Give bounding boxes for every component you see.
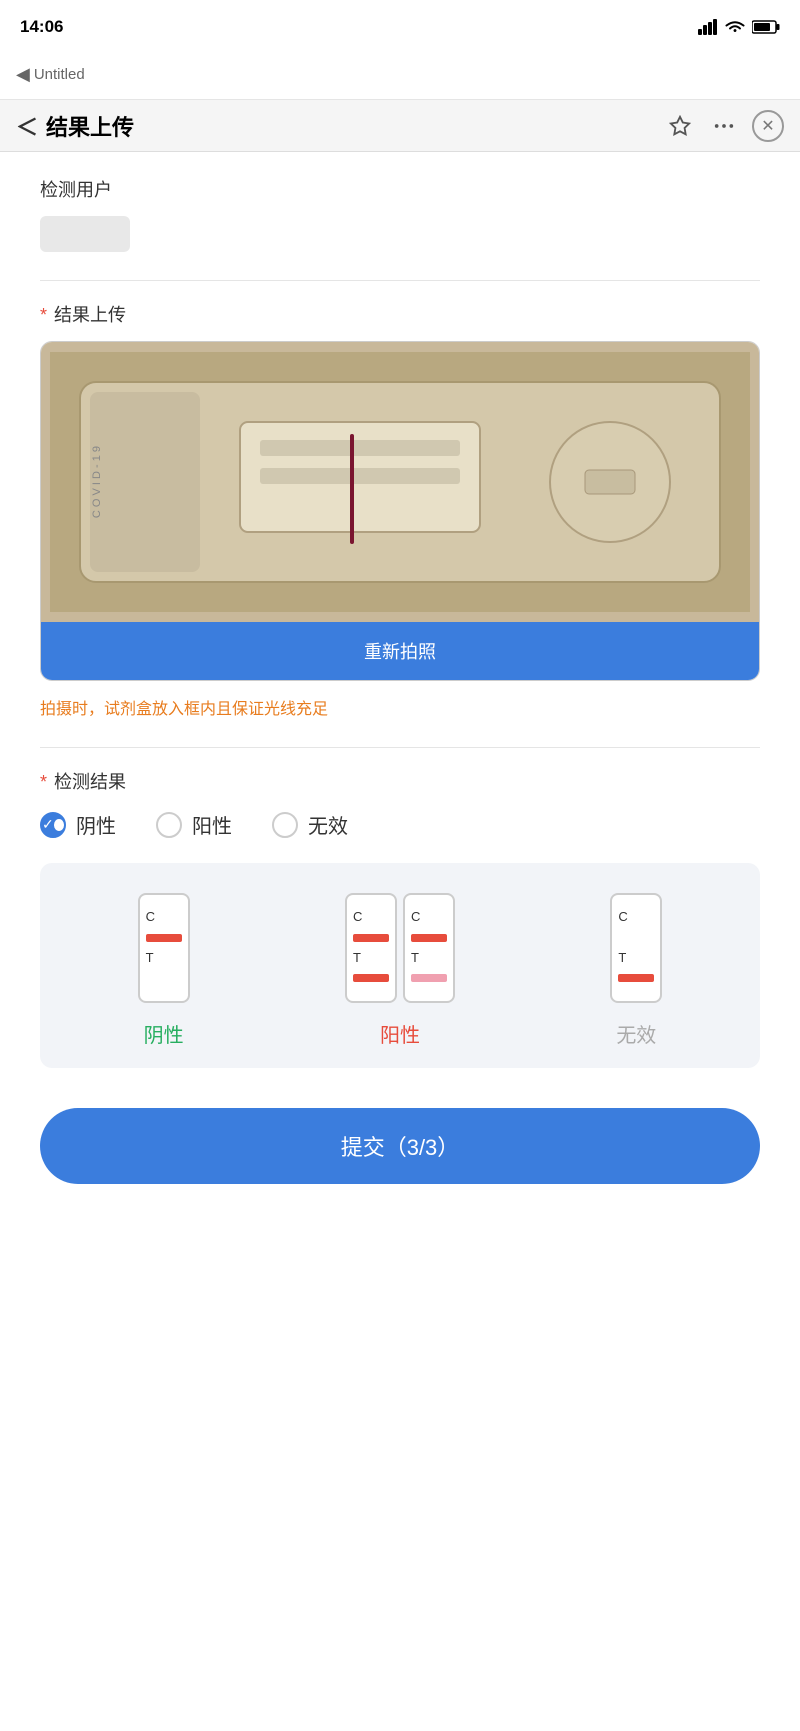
tab-actions: ✕ xyxy=(664,110,784,142)
upload-section-label: * 结果上传 xyxy=(40,301,760,327)
user-tag xyxy=(40,216,130,252)
positive-label: 阳性 xyxy=(380,1019,420,1048)
negative-c-line xyxy=(146,934,182,942)
negative-t-line xyxy=(146,974,182,982)
radio-negative-label: 阴性 xyxy=(76,810,116,839)
positive-strip-group: C T C T xyxy=(345,893,455,1003)
page-content: 检测用户 * 结果上传 C O V I D - 1 9 xyxy=(0,152,800,1208)
result-illustration: C T 阴性 C T xyxy=(40,863,760,1068)
signal-icon xyxy=(698,19,718,35)
positive-t2-line xyxy=(411,974,447,982)
status-icons xyxy=(698,19,780,35)
photo-hint: 拍摄时，试剂盒放入框内且保证光线充足 xyxy=(40,695,760,719)
negative-strip-c-label: C xyxy=(146,903,182,932)
wifi-icon xyxy=(724,19,746,35)
invalid-t-line xyxy=(618,974,654,982)
radio-negative[interactable]: ✓ 阴性 xyxy=(40,810,116,839)
checkmark-icon: ✓ xyxy=(42,816,54,833)
photo-container: C O V I D - 1 9 重新拍照 xyxy=(40,341,760,681)
result-section-label: * 检测结果 xyxy=(40,768,760,794)
page-title-bar: ＜ 结果上传 xyxy=(16,110,654,142)
status-bar: 14:06 xyxy=(0,0,800,50)
result-negative-item: C T 阴性 xyxy=(138,893,190,1048)
negative-strip-group: C T xyxy=(138,893,190,1003)
divider-1 xyxy=(40,280,760,281)
positive-strip2-t-label: T xyxy=(411,944,447,973)
invalid-c-line xyxy=(618,934,654,942)
radio-invalid-label: 无效 xyxy=(308,810,348,839)
status-time: 14:06 xyxy=(20,17,63,37)
test-kit-photo: C O V I D - 1 9 xyxy=(41,342,759,622)
page-title: 结果上传 xyxy=(46,110,134,142)
positive-strip-1: C T xyxy=(345,893,397,1003)
radio-invalid-circle xyxy=(272,812,298,838)
result-positive-item: C T C T 阳性 xyxy=(345,893,455,1048)
result-invalid-item: C T 无效 xyxy=(610,893,662,1048)
invalid-strip-group: C T xyxy=(610,893,662,1003)
svg-text:C O V I D - 1 9: C O V I D - 1 9 xyxy=(91,446,103,518)
back-button[interactable]: ◀ Untitled xyxy=(16,64,85,85)
positive-strip1-c-label: C xyxy=(353,903,389,932)
positive-t1-line xyxy=(353,974,389,982)
negative-strip: C T xyxy=(138,893,190,1003)
test-kit-svg: C O V I D - 1 9 xyxy=(50,352,750,612)
invalid-strip: C T xyxy=(610,893,662,1003)
retake-button[interactable]: 重新拍照 xyxy=(41,622,759,680)
radio-invalid[interactable]: 无效 xyxy=(272,810,348,839)
radio-negative-circle: ✓ xyxy=(40,812,66,838)
close-button[interactable]: ✕ xyxy=(752,110,784,142)
page-header: ＜ 结果上传 ✕ xyxy=(0,100,800,152)
positive-strip2-c-label: C xyxy=(411,903,447,932)
positive-strip1-t-label: T xyxy=(353,944,389,973)
positive-strip-2: C T xyxy=(403,893,455,1003)
upload-section: * 结果上传 C O V I D - 1 9 xyxy=(40,301,760,719)
divider-2 xyxy=(40,747,760,748)
user-section: 检测用户 xyxy=(40,176,760,252)
result-required-marker: * xyxy=(40,772,47,792)
more-button[interactable] xyxy=(708,110,740,142)
invalid-strip-c-label: C xyxy=(618,903,654,932)
negative-strip-t-label: T xyxy=(146,944,182,973)
back-arrow-icon: ◀ xyxy=(16,64,30,85)
radio-positive[interactable]: 阳性 xyxy=(156,810,232,839)
positive-c1-line xyxy=(353,934,389,942)
invalid-label: 无效 xyxy=(616,1019,656,1048)
browser-nav-bar: ◀ Untitled xyxy=(0,50,800,100)
result-section: * 检测结果 ✓ 阴性 阳性 无效 xyxy=(40,768,760,1068)
bookmark-button[interactable] xyxy=(664,110,696,142)
invalid-strip-t-label: T xyxy=(618,944,654,973)
battery-icon xyxy=(752,19,780,35)
required-marker: * xyxy=(40,305,47,325)
user-section-label: 检测用户 xyxy=(40,176,760,202)
positive-c2-line xyxy=(411,934,447,942)
radio-group: ✓ 阴性 阳性 无效 xyxy=(40,810,760,839)
submit-button[interactable]: 提交（3/3） xyxy=(40,1108,760,1184)
radio-positive-label: 阳性 xyxy=(192,810,232,839)
back-label: Untitled xyxy=(34,66,85,83)
page-back-icon[interactable]: ＜ xyxy=(16,110,38,142)
negative-label: 阴性 xyxy=(144,1019,184,1048)
radio-positive-circle xyxy=(156,812,182,838)
